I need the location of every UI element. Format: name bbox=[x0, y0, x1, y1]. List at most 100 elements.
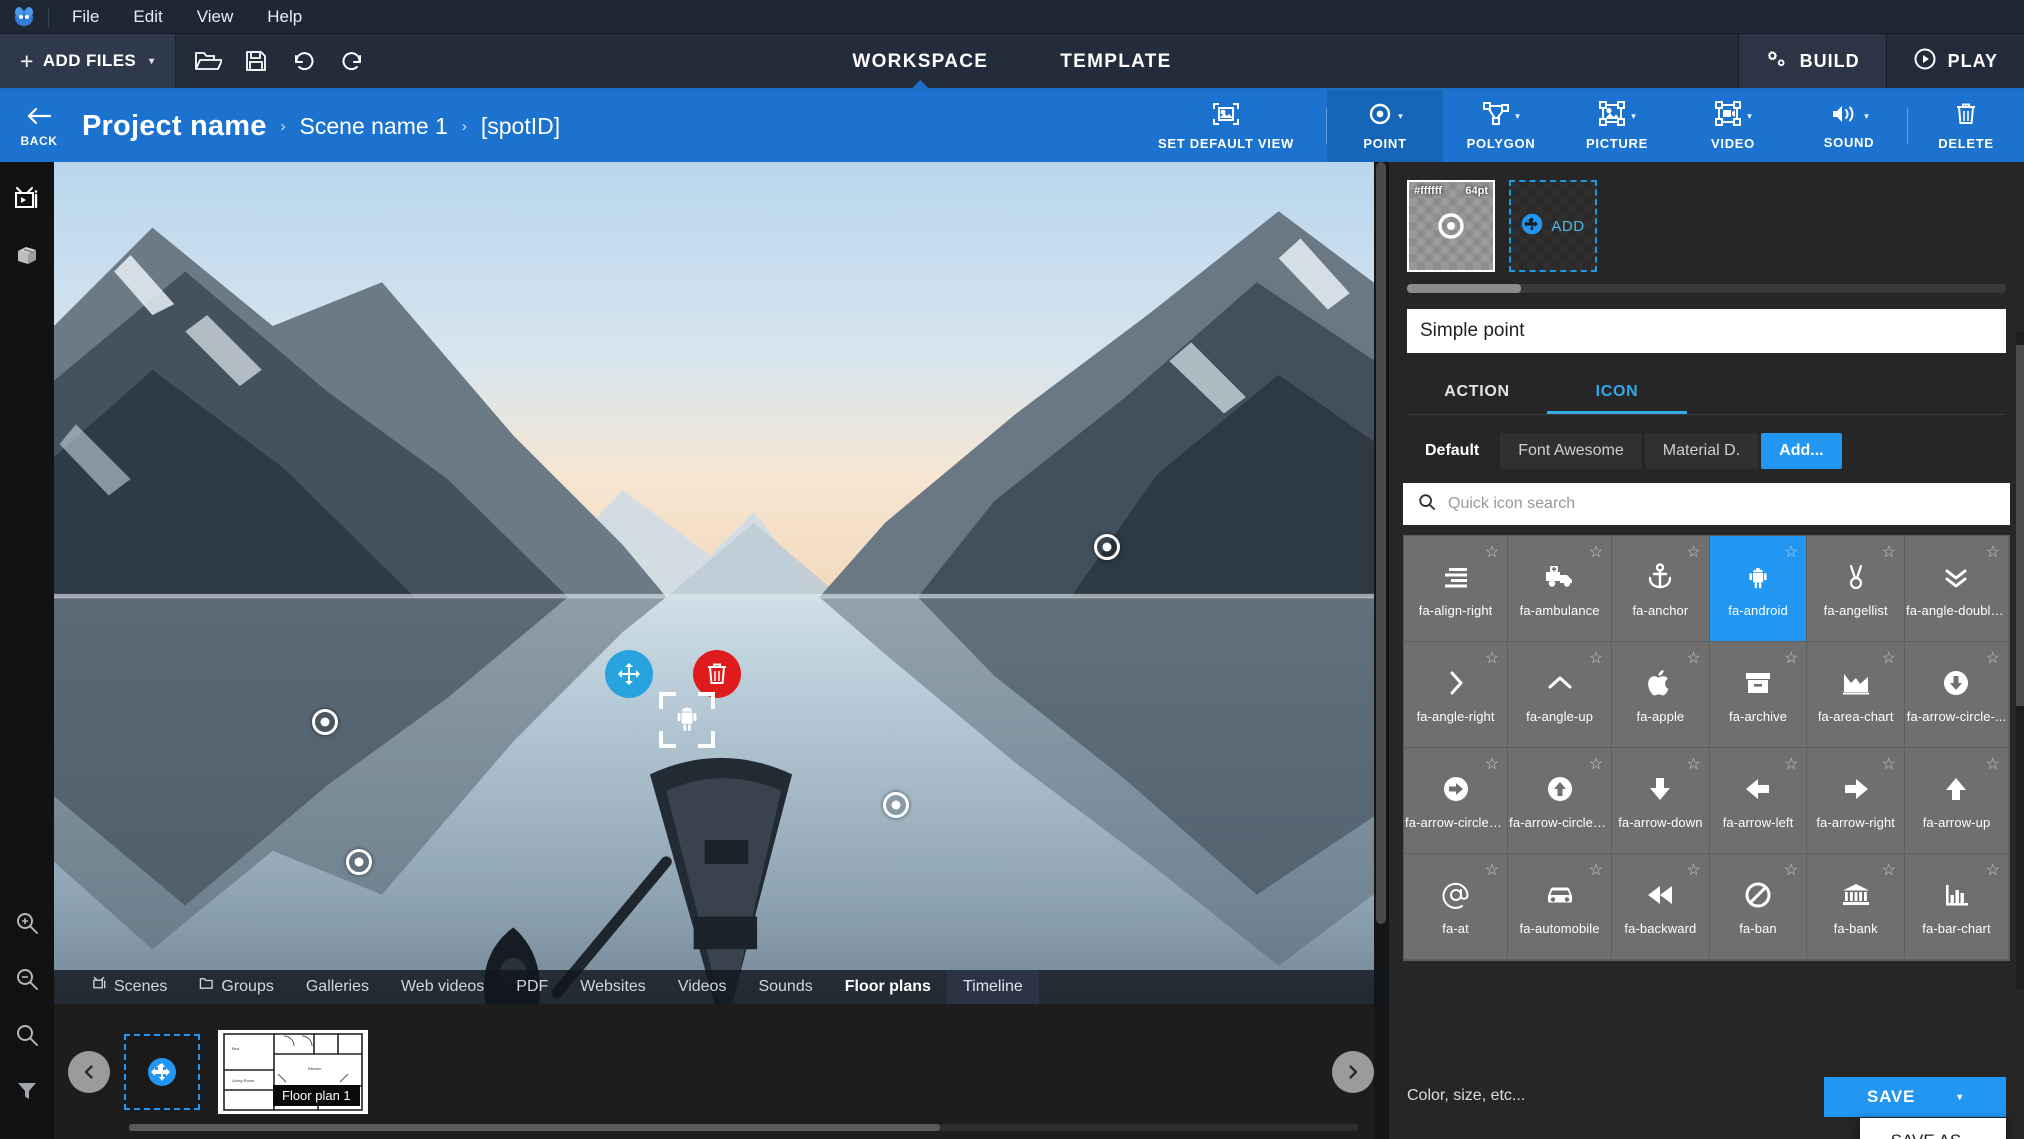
favorite-star-icon[interactable]: ☆ bbox=[1485, 860, 1499, 880]
favorite-star-icon[interactable]: ☆ bbox=[1882, 860, 1896, 880]
icon-cell[interactable]: ☆ fa-backward bbox=[1612, 854, 1710, 960]
icon-cell[interactable]: ☆ fa-arrow-circle-up bbox=[1508, 748, 1613, 854]
filter-icon[interactable] bbox=[4, 1063, 50, 1119]
favorite-star-icon[interactable]: ☆ bbox=[1784, 754, 1798, 774]
menu-file[interactable]: File bbox=[55, 0, 116, 34]
menu-view[interactable]: View bbox=[180, 0, 251, 34]
tool-picture[interactable]: ▾ PICTURE bbox=[1559, 90, 1675, 162]
favorite-star-icon[interactable]: ☆ bbox=[1485, 648, 1499, 668]
delete-button[interactable]: DELETE bbox=[1908, 90, 2024, 162]
move-spot-handle[interactable] bbox=[605, 650, 653, 698]
icon-cell[interactable]: ☆ fa-arrow-up bbox=[1905, 748, 2009, 854]
add-floorplan-button[interactable] bbox=[124, 1033, 200, 1110]
save-disk-icon[interactable] bbox=[234, 39, 278, 83]
current-icon-thumbnail[interactable]: #ffffff 64pt bbox=[1407, 180, 1495, 272]
tab-videos[interactable]: Videos bbox=[662, 970, 743, 1004]
tab-icon[interactable]: ICON bbox=[1547, 371, 1687, 414]
favorite-star-icon[interactable]: ☆ bbox=[1784, 542, 1798, 562]
tab-groups[interactable]: Groups bbox=[183, 970, 289, 1004]
selected-spot-box[interactable] bbox=[659, 692, 715, 748]
favorite-star-icon[interactable]: ☆ bbox=[1986, 648, 2000, 668]
thumbnail-scrollbar[interactable] bbox=[1407, 284, 2006, 293]
source-tab-add[interactable]: Add... bbox=[1761, 433, 1842, 469]
tab-timeline[interactable]: Timeline bbox=[946, 970, 1039, 1004]
source-tab-font-awesome[interactable]: Font Awesome bbox=[1500, 433, 1642, 469]
icon-cell[interactable]: ☆ fa-arrow-circle-... bbox=[1905, 642, 2009, 748]
add-files-button[interactable]: + ADD FILES ▾ bbox=[0, 34, 176, 88]
icon-cell[interactable]: ☆ fa-bar-chart bbox=[1905, 854, 2009, 960]
hotspot-marker[interactable] bbox=[1094, 534, 1120, 560]
back-button[interactable]: BACK bbox=[0, 90, 78, 162]
play-button[interactable]: PLAY bbox=[1885, 34, 2024, 88]
tab-scenes[interactable]: Scenes bbox=[76, 970, 183, 1004]
tool-sound[interactable]: ▾ SOUND bbox=[1791, 90, 1907, 162]
favorite-star-icon[interactable]: ☆ bbox=[1986, 860, 2000, 880]
icon-search-field[interactable]: Quick icon search bbox=[1403, 483, 2010, 525]
set-default-view-button[interactable]: SET DEFAULT VIEW bbox=[1126, 90, 1326, 162]
favorite-star-icon[interactable]: ☆ bbox=[1986, 754, 2000, 774]
favorite-star-icon[interactable]: ☆ bbox=[1686, 648, 1700, 668]
favorite-star-icon[interactable]: ☆ bbox=[1986, 542, 2000, 562]
tab-sounds[interactable]: Sounds bbox=[742, 970, 828, 1004]
icon-cell[interactable]: ☆ fa-at bbox=[1404, 854, 1509, 960]
panel-scroll-thumb[interactable] bbox=[2016, 345, 2024, 707]
icon-cell[interactable]: ☆ fa-angle-double... bbox=[1905, 536, 2009, 642]
tab-galleries[interactable]: Galleries bbox=[290, 970, 385, 1004]
tool-polygon[interactable]: ▾ POLYGON bbox=[1443, 90, 1559, 162]
icon-cell[interactable]: ☆ fa-archive bbox=[1709, 642, 1808, 748]
favorite-star-icon[interactable]: ☆ bbox=[1882, 648, 1896, 668]
undo-icon[interactable] bbox=[282, 39, 326, 83]
filmstrip-next-button[interactable] bbox=[1332, 1050, 1374, 1093]
breadcrumb-scene[interactable]: Scene name 1 bbox=[300, 113, 448, 140]
source-tab-material-design[interactable]: Material D. bbox=[1644, 433, 1759, 469]
filmstrip-scrollbar[interactable] bbox=[129, 1124, 1358, 1131]
tool-video[interactable]: ▾ VIDEO bbox=[1675, 90, 1791, 162]
build-button[interactable]: BUILD bbox=[1737, 34, 1886, 88]
hotspot-marker[interactable] bbox=[312, 709, 338, 735]
favorite-star-icon[interactable]: ☆ bbox=[1485, 542, 1499, 562]
redo-icon[interactable] bbox=[330, 39, 374, 83]
search-icon[interactable] bbox=[4, 1007, 50, 1063]
icon-cell[interactable]: ☆ fa-bank bbox=[1807, 854, 1905, 960]
chevron-down-icon[interactable]: ▾ bbox=[1864, 111, 1869, 122]
favorite-star-icon[interactable]: ☆ bbox=[1686, 542, 1700, 562]
favorite-star-icon[interactable]: ☆ bbox=[1686, 860, 1700, 880]
icon-cell[interactable]: ☆ fa-ban bbox=[1709, 854, 1808, 960]
chevron-down-icon[interactable]: ▾ bbox=[1957, 1092, 1963, 1103]
icon-cell-selected[interactable]: ☆ fa-android bbox=[1709, 536, 1808, 642]
filmstrip-scroll-thumb[interactable] bbox=[129, 1124, 941, 1131]
favorite-star-icon[interactable]: ☆ bbox=[1589, 754, 1603, 774]
chevron-down-icon[interactable]: ▾ bbox=[1398, 111, 1403, 122]
floorplan-thumbnail[interactable]: BedLiving Room KitchenHall Floor plan 1 bbox=[218, 1029, 368, 1114]
canvas-scroll-thumb[interactable] bbox=[1376, 162, 1386, 925]
tab-workspace[interactable]: WORKSPACE bbox=[846, 51, 994, 73]
menu-edit[interactable]: Edit bbox=[116, 0, 179, 34]
spot-name-input[interactable]: Simple point bbox=[1407, 309, 2006, 353]
favorite-star-icon[interactable]: ☆ bbox=[1589, 648, 1603, 668]
icon-cell[interactable]: ☆ fa-anchor bbox=[1612, 536, 1710, 642]
icon-cell[interactable]: ☆ fa-arrow-circle-r... bbox=[1404, 748, 1509, 854]
open-folder-icon[interactable] bbox=[186, 39, 230, 83]
chevron-down-icon[interactable]: ▾ bbox=[1747, 111, 1752, 122]
tab-floor-plans[interactable]: Floor plans bbox=[829, 970, 947, 1004]
icon-cell[interactable]: ☆ fa-arrow-left bbox=[1709, 748, 1808, 854]
tab-pdf[interactable]: PDF bbox=[500, 970, 564, 1004]
breadcrumb-spot-id[interactable]: [spotID] bbox=[481, 113, 560, 140]
icon-cell[interactable]: ☆ fa-apple bbox=[1612, 642, 1710, 748]
panorama-viewport[interactable]: Scenes Groups Galleries Web videos PDF W… bbox=[54, 162, 1388, 1004]
favorite-star-icon[interactable]: ☆ bbox=[1882, 542, 1896, 562]
delete-spot-handle[interactable] bbox=[693, 650, 741, 698]
favorite-star-icon[interactable]: ☆ bbox=[1589, 542, 1603, 562]
favorite-star-icon[interactable]: ☆ bbox=[1485, 754, 1499, 774]
tool-point[interactable]: ▾ POINT bbox=[1327, 90, 1443, 162]
icon-cell[interactable]: ☆ fa-arrow-right bbox=[1807, 748, 1905, 854]
hotspot-marker[interactable] bbox=[346, 849, 372, 875]
icon-cell[interactable]: ☆ fa-angle-right bbox=[1404, 642, 1509, 748]
favorite-star-icon[interactable]: ☆ bbox=[1882, 754, 1896, 774]
source-tab-default[interactable]: Default bbox=[1407, 433, 1497, 469]
icon-cell[interactable]: ☆ fa-align-right bbox=[1404, 536, 1509, 642]
filmstrip-prev-button[interactable] bbox=[68, 1050, 110, 1093]
chevron-down-icon[interactable]: ▾ bbox=[1631, 111, 1636, 122]
icon-cell[interactable]: ☆ fa-angle-up bbox=[1508, 642, 1613, 748]
tab-websites[interactable]: Websites bbox=[564, 970, 662, 1004]
